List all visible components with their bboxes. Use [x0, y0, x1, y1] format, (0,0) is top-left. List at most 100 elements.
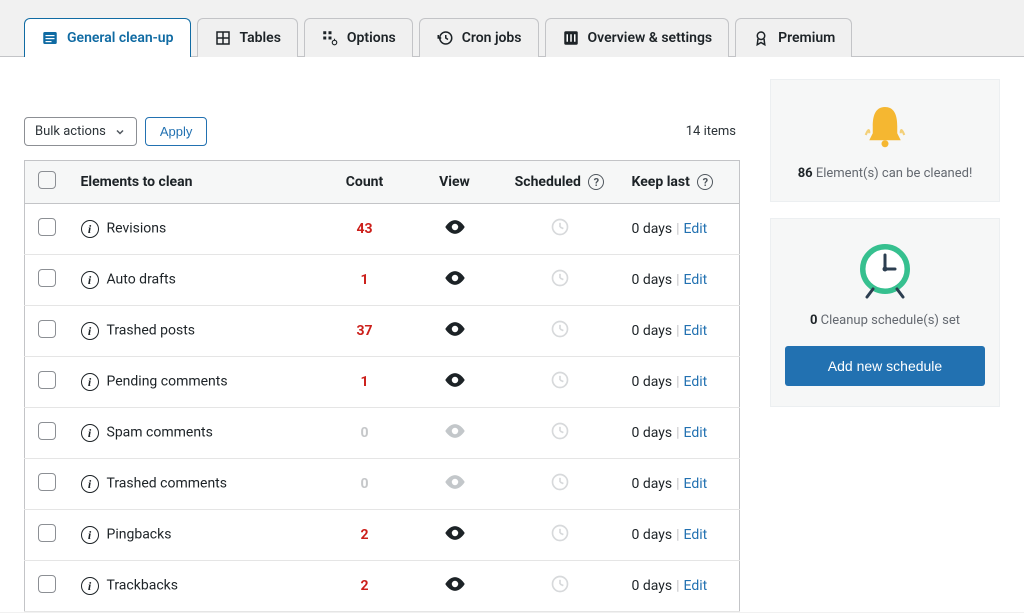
row-checkbox[interactable]	[38, 575, 56, 593]
card-text: 86 Element(s) can be cleaned!	[785, 166, 985, 181]
card-text: 0 Cleanup schedule(s) set	[785, 313, 985, 328]
edit-link[interactable]: Edit	[684, 221, 708, 237]
edit-link[interactable]: Edit	[684, 425, 708, 441]
th-scheduled: Scheduled ?	[500, 161, 620, 204]
history-icon	[436, 29, 454, 47]
tab-label: Cron jobs	[462, 30, 522, 46]
tab-label: Premium	[778, 30, 835, 46]
row-count: 1	[360, 272, 368, 288]
keep-days: 0 days	[632, 425, 673, 441]
edit-link[interactable]: Edit	[684, 272, 708, 288]
edit-link[interactable]: Edit	[684, 578, 708, 594]
grid-icon	[214, 29, 232, 47]
info-icon[interactable]: i	[81, 475, 99, 493]
row-checkbox[interactable]	[38, 269, 56, 287]
info-icon[interactable]: i	[81, 577, 99, 595]
edit-link[interactable]: Edit	[684, 323, 708, 339]
scheduled-clock-icon	[550, 276, 570, 292]
list-icon	[41, 29, 59, 47]
row-count: 0	[360, 476, 368, 492]
keep-days: 0 days	[632, 221, 673, 237]
tab-cron[interactable]: Cron jobs	[419, 18, 539, 57]
scheduled-clock-icon	[550, 378, 570, 394]
keep-days: 0 days	[632, 476, 673, 492]
info-icon[interactable]: i	[81, 373, 99, 391]
keep-days: 0 days	[632, 527, 673, 543]
info-icon[interactable]: i	[81, 424, 99, 442]
schedule-summary-card: 0 Cleanup schedule(s) set Add new schedu…	[770, 218, 1000, 407]
view-eye-icon[interactable]	[444, 277, 466, 293]
table-row: iAuto drafts10 days|Edit	[25, 255, 740, 306]
keep-days: 0 days	[632, 374, 673, 390]
view-eye-icon[interactable]	[444, 430, 466, 446]
row-checkbox[interactable]	[38, 320, 56, 338]
row-count: 2	[360, 578, 368, 594]
view-eye-icon[interactable]	[444, 379, 466, 395]
row-count: 1	[360, 374, 368, 390]
row-checkbox[interactable]	[38, 524, 56, 542]
table-row: iTrackbacks20 days|Edit	[25, 561, 740, 612]
row-name: Pending comments	[107, 374, 228, 390]
row-checkbox[interactable]	[38, 371, 56, 389]
bulk-actions-label: Bulk actions	[35, 124, 106, 139]
row-count: 2	[360, 527, 368, 543]
chevron-down-icon	[114, 126, 126, 138]
help-icon[interactable]: ?	[588, 174, 604, 190]
edit-link[interactable]: Edit	[684, 374, 708, 390]
row-count: 0	[360, 425, 368, 441]
tab-label: Overview & settings	[588, 30, 713, 46]
scheduled-clock-icon	[550, 531, 570, 547]
th-keep-last: Keep last ?	[620, 161, 740, 204]
row-checkbox[interactable]	[38, 473, 56, 491]
scheduled-clock-icon	[550, 225, 570, 241]
tab-tables[interactable]: Tables	[197, 18, 298, 57]
items-count: 14 items	[686, 124, 740, 139]
row-name: Revisions	[107, 221, 167, 237]
edit-link[interactable]: Edit	[684, 476, 708, 492]
sliders-icon	[562, 29, 580, 47]
select-all-checkbox[interactable]	[38, 171, 56, 189]
keep-days: 0 days	[632, 272, 673, 288]
th-elements: Elements to clean	[69, 161, 320, 204]
view-eye-icon[interactable]	[444, 583, 466, 599]
keep-days: 0 days	[632, 323, 673, 339]
tab-premium[interactable]: Premium	[735, 18, 852, 57]
info-icon[interactable]: i	[81, 220, 99, 238]
help-icon[interactable]: ?	[697, 174, 713, 190]
th-count: Count	[320, 161, 410, 204]
table-row: iPingbacks20 days|Edit	[25, 510, 740, 561]
row-name: Auto drafts	[107, 272, 176, 288]
row-name: Pingbacks	[107, 527, 172, 543]
row-checkbox[interactable]	[38, 218, 56, 236]
row-checkbox[interactable]	[38, 422, 56, 440]
tab-options[interactable]: Options	[304, 18, 413, 57]
bell-icon	[857, 100, 913, 156]
edit-link[interactable]: Edit	[684, 527, 708, 543]
row-name: Trashed comments	[107, 476, 227, 492]
tab-general-cleanup[interactable]: General clean-up	[24, 18, 191, 57]
row-name: Trackbacks	[107, 578, 178, 594]
apply-button[interactable]: Apply	[145, 117, 208, 146]
info-icon[interactable]: i	[81, 322, 99, 340]
view-eye-icon[interactable]	[444, 532, 466, 548]
info-icon[interactable]: i	[81, 526, 99, 544]
scheduled-clock-icon	[550, 327, 570, 343]
scheduled-clock-icon	[550, 582, 570, 598]
clock-icon	[853, 239, 917, 303]
keep-days: 0 days	[632, 578, 673, 594]
view-eye-icon[interactable]	[444, 226, 466, 242]
info-icon[interactable]: i	[81, 271, 99, 289]
tab-label: Tables	[240, 30, 281, 46]
tab-overview[interactable]: Overview & settings	[545, 18, 730, 57]
table-row: iTrashed comments00 days|Edit	[25, 459, 740, 510]
row-count: 37	[356, 323, 372, 339]
bulk-actions-select[interactable]: Bulk actions	[24, 117, 137, 146]
row-name: Spam comments	[107, 425, 213, 441]
table-row: iTrashed posts370 days|Edit	[25, 306, 740, 357]
table-row: iPending comments10 days|Edit	[25, 357, 740, 408]
settings-icon	[321, 29, 339, 47]
add-schedule-button[interactable]: Add new schedule	[785, 346, 985, 386]
badge-icon	[752, 29, 770, 47]
view-eye-icon[interactable]	[444, 328, 466, 344]
view-eye-icon[interactable]	[444, 481, 466, 497]
